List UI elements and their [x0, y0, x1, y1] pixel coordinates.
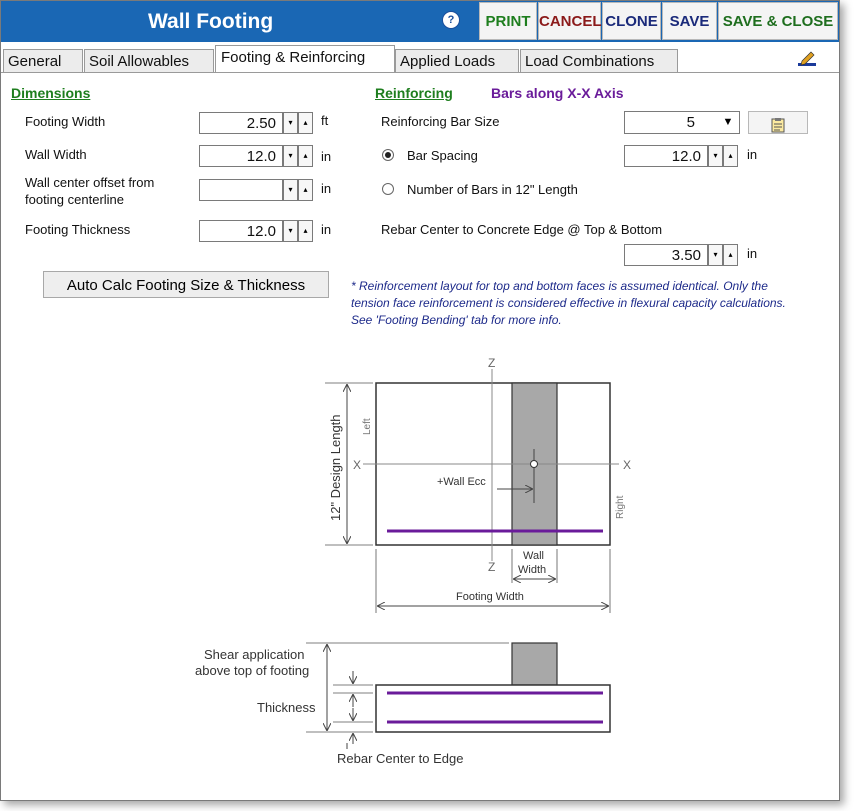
bar-size-label: Reinforcing Bar Size — [381, 114, 500, 129]
footing-thickness-label: Footing Thickness — [25, 222, 131, 237]
shear-label-2: above top of footing — [195, 663, 309, 678]
tab-footing-reinforcing[interactable]: Footing & Reinforcing — [215, 45, 395, 73]
num-bars-radio[interactable] — [382, 183, 394, 195]
window-title: Wall Footing — [148, 10, 274, 33]
tab-applied-loads-label: Applied Loads — [400, 53, 496, 70]
wall-offset-field[interactable] — [199, 179, 283, 201]
bar-table-button[interactable] — [748, 111, 808, 134]
wall-offset-label-1: Wall center offset from — [25, 175, 155, 190]
wall-ecc-label: +Wall Ecc — [437, 476, 486, 488]
help-icon[interactable]: ? — [442, 11, 460, 29]
cancel-button[interactable]: CANCEL — [538, 2, 602, 40]
rebar-edge-dim-label: Rebar Center to Edge — [337, 751, 463, 766]
tab-load-combinations-label: Load Combinations — [525, 53, 655, 70]
footing-width-dim-label: Footing Width — [456, 591, 524, 603]
x-left-label: X — [353, 458, 361, 472]
footing-width-value: 2.50 — [246, 115, 276, 132]
bar-size-value: 5 — [686, 114, 695, 131]
x-right-label: X — [623, 458, 631, 472]
bar-spacing-label: Bar Spacing — [407, 148, 478, 163]
bar-spacing-value: 12.0 — [671, 148, 701, 165]
reinforcing-subheading: Bars along X-X Axis — [491, 85, 624, 101]
print-button[interactable]: PRINT — [479, 2, 537, 40]
tab-soil-allowables[interactable]: Soil Allowables — [84, 49, 214, 72]
tab-footing-reinforcing-label: Footing & Reinforcing — [221, 49, 366, 66]
footing-width-label: Footing Width — [25, 114, 106, 129]
reinforcement-note: * Reinforcement layout for top and botto… — [351, 279, 786, 327]
footing-width-unit: ft — [321, 113, 329, 128]
save-close-button-label: SAVE & CLOSE — [722, 13, 834, 30]
tab-bar: General Soil Allowables Footing & Reinfo… — [1, 45, 839, 73]
cancel-button-label: CANCEL — [539, 13, 602, 30]
tab-load-combinations[interactable]: Load Combinations — [520, 49, 678, 72]
bar-spacing-stepper-icon[interactable]: ▴ — [723, 145, 738, 167]
wall-offset-label-2: footing centerline — [25, 192, 125, 207]
dimensions-heading: Dimensions — [11, 85, 91, 101]
wall-width-field[interactable]: 12.0 — [199, 145, 283, 167]
clone-button-label: CLONE — [605, 13, 658, 30]
wall-width-label: Wall Width — [25, 147, 87, 162]
wall-footing-window: Wall Footing ? PRINT CANCEL CLONE SAVE S… — [0, 0, 840, 801]
wall-offset-unit: in — [321, 181, 332, 196]
design-length-label: 12" Design Length — [328, 414, 343, 521]
z-top-label: Z — [488, 356, 495, 370]
shear-label-1: Shear application — [204, 647, 304, 662]
thickness-label: Thickness — [257, 700, 316, 715]
bar-spacing-unit: in — [747, 147, 758, 162]
print-button-label: PRINT — [485, 13, 531, 30]
save-close-button[interactable]: SAVE & CLOSE — [718, 2, 838, 40]
tab-soil-allowables-label: Soil Allowables — [89, 53, 190, 70]
wall-width-value: 12.0 — [246, 148, 276, 165]
right-label: Right — [615, 495, 626, 519]
tab-general[interactable]: General — [3, 49, 83, 72]
footing-thickness-dropdown-icon[interactable]: ▾ — [283, 220, 298, 242]
rebar-edge-field[interactable]: 3.50 — [624, 244, 708, 266]
save-button-label: SAVE — [669, 13, 710, 30]
bar-spacing-field[interactable]: 12.0 — [624, 145, 708, 167]
wall-width-dim-label-2: Width — [518, 564, 546, 576]
footing-thickness-field[interactable]: 12.0 — [199, 220, 283, 242]
rebar-edge-label: Rebar Center to Concrete Edge @ Top & Bo… — [381, 222, 663, 237]
auto-calc-button-label: Auto Calc Footing Size & Thickness — [66, 277, 306, 294]
footing-thickness-value: 12.0 — [246, 223, 276, 240]
tab-divider — [1, 72, 839, 73]
bar-spacing-radio[interactable] — [382, 149, 394, 161]
footing-width-field[interactable]: 2.50 — [199, 112, 283, 134]
clipboard-icon — [771, 117, 785, 133]
bar-size-dropdown-icon[interactable]: ▼ — [717, 112, 739, 134]
rebar-edge-value: 3.50 — [671, 247, 701, 264]
rebar-edge-stepper-icon[interactable]: ▴ — [723, 244, 738, 266]
tab-applied-loads[interactable]: Applied Loads — [395, 49, 519, 72]
wall-width-stepper-icon[interactable]: ▴ — [298, 145, 313, 167]
footing-width-stepper-icon[interactable]: ▴ — [298, 112, 313, 134]
save-button[interactable]: SAVE — [662, 2, 717, 40]
footing-thickness-unit: in — [321, 222, 332, 237]
wall-width-dim-label-1: Wall — [523, 550, 544, 562]
edit-icon[interactable] — [797, 49, 817, 67]
wall-offset-stepper-icon[interactable]: ▴ — [298, 179, 313, 201]
num-bars-label: Number of Bars in 12" Length — [407, 182, 578, 197]
z-bottom-label: Z — [488, 560, 495, 574]
left-label: Left — [362, 418, 373, 435]
clone-button[interactable]: CLONE — [602, 2, 661, 40]
rebar-edge-dropdown-icon[interactable]: ▾ — [708, 244, 723, 266]
title-bar: Wall Footing ? PRINT CANCEL CLONE SAVE S… — [1, 1, 839, 42]
section-wall — [511, 642, 558, 686]
rebar-edge-unit: in — [747, 246, 758, 261]
tab-general-label: General — [8, 53, 62, 70]
wall-width-dropdown-icon[interactable]: ▾ — [283, 145, 298, 167]
footing-diagram: Z Z X X Left Right 12" Design Length +Wa… — [195, 356, 631, 766]
reinforcing-heading: Reinforcing — [375, 85, 453, 101]
footing-thickness-stepper-icon[interactable]: ▴ — [298, 220, 313, 242]
wall-offset-dropdown-icon[interactable]: ▾ — [283, 179, 298, 201]
bar-spacing-dropdown-icon[interactable]: ▾ — [708, 145, 723, 167]
footing-width-dropdown-icon[interactable]: ▾ — [283, 112, 298, 134]
auto-calc-button[interactable]: Auto Calc Footing Size & Thickness — [43, 271, 329, 298]
wall-width-unit: in — [321, 149, 332, 164]
